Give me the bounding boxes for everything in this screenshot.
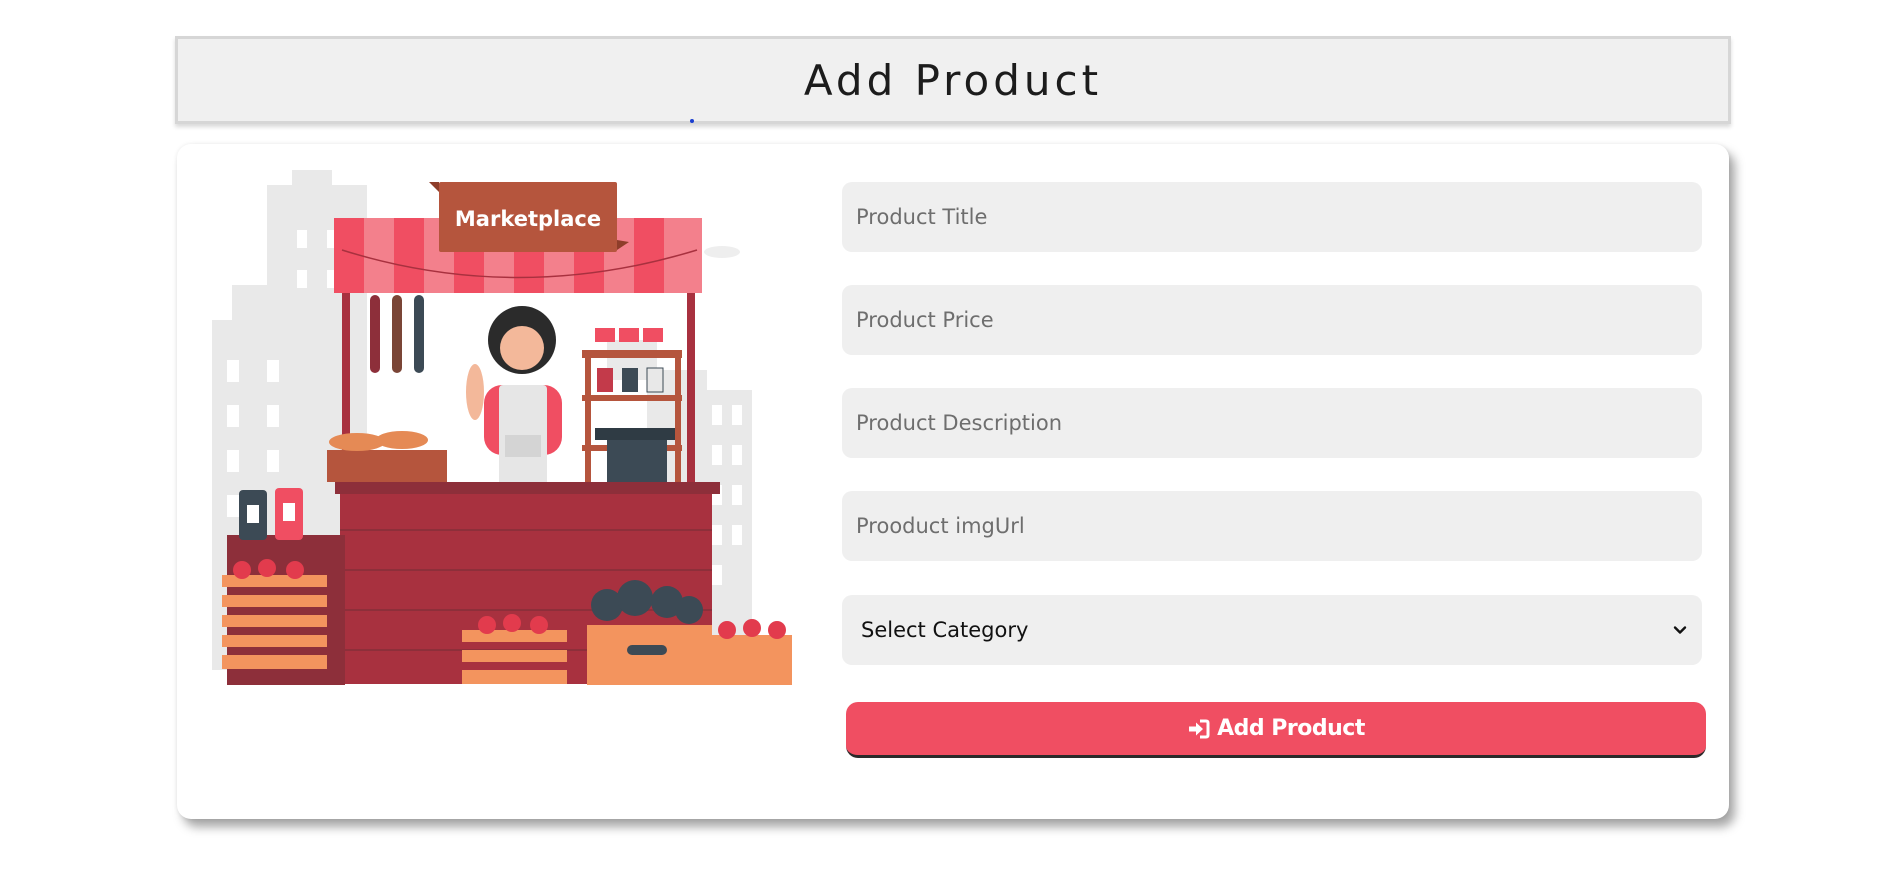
product-description-placeholder: Product Description <box>856 411 1063 435</box>
category-selected-value: Select Category <box>861 618 1029 642</box>
category-select[interactable]: Select Category <box>842 595 1702 665</box>
add-product-button[interactable]: Add Product <box>846 702 1706 758</box>
product-img-url-input[interactable]: Prooduct imgUrl <box>842 491 1702 561</box>
add-product-card: Marketplace Product Title Product Price … <box>177 144 1729 819</box>
page-title: Add Product <box>803 55 1103 105</box>
page-header: Add Product <box>175 36 1731 124</box>
chevron-down-icon <box>1673 626 1687 634</box>
product-img-url-placeholder: Prooduct imgUrl <box>856 514 1025 538</box>
marketplace-sign-text: Marketplace <box>455 207 601 231</box>
sign-in-icon <box>1189 719 1210 738</box>
product-title-input[interactable]: Product Title <box>842 182 1702 252</box>
product-title-placeholder: Product Title <box>856 205 988 229</box>
product-description-input[interactable]: Product Description <box>842 388 1702 458</box>
header-dot <box>690 119 694 123</box>
product-price-input[interactable]: Product Price <box>842 285 1702 355</box>
marketplace-illustration: Marketplace <box>212 170 792 685</box>
product-price-placeholder: Product Price <box>856 308 994 332</box>
add-product-button-label: Add Product <box>1217 716 1365 741</box>
